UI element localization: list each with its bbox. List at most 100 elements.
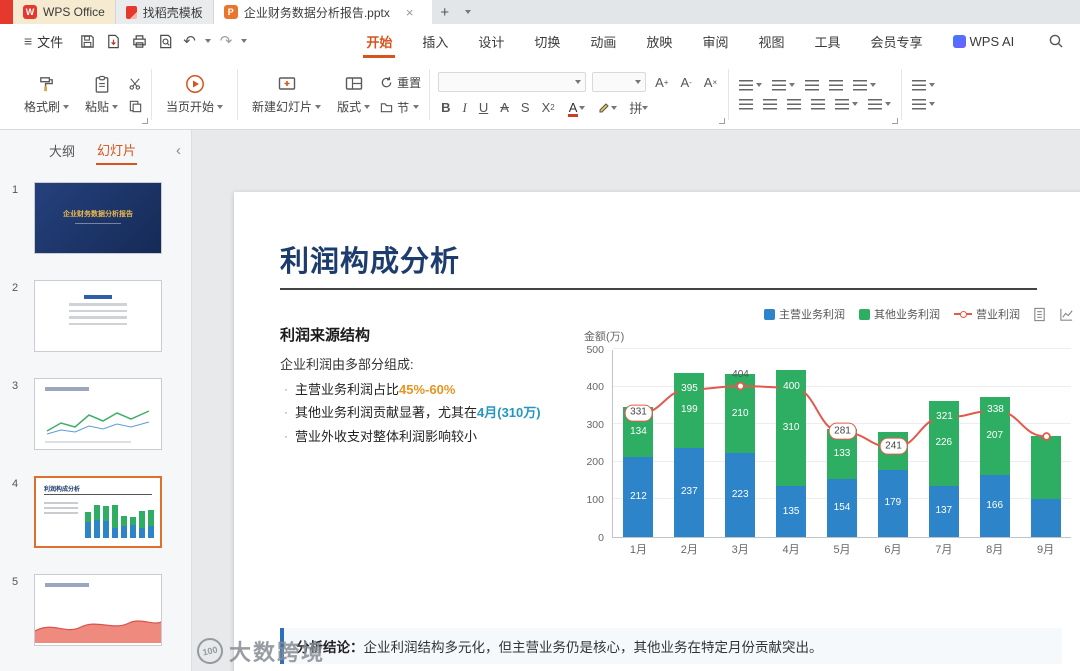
slide-thumbnail-5[interactable]: [34, 574, 162, 646]
tab-list-dropdown[interactable]: [458, 0, 478, 24]
strikethrough-button[interactable]: A: [497, 100, 512, 115]
export-pdf-icon[interactable]: [105, 33, 122, 50]
legend-item[interactable]: 主营业务利润: [764, 306, 845, 322]
reset-button[interactable]: 重置: [380, 74, 421, 91]
bullet-list-button[interactable]: [737, 79, 764, 92]
search-button[interactable]: [1042, 24, 1070, 58]
new-tab-button[interactable]: +: [432, 0, 458, 24]
phonetic-guide-button[interactable]: 拼: [626, 98, 651, 117]
dialog-launcher-icon[interactable]: [142, 118, 148, 124]
title-divider: [280, 288, 1037, 290]
tab-outline[interactable]: 大纲: [48, 137, 76, 164]
ribbon-tab-插入[interactable]: 插入: [419, 24, 451, 58]
paste-button[interactable]: 粘贴: [79, 70, 124, 119]
decor-line: [69, 303, 127, 306]
legend-item[interactable]: 其他业务利润: [859, 306, 940, 322]
ribbon-tab-切换[interactable]: 切换: [531, 24, 563, 58]
tab-document-active[interactable]: P 企业财务数据分析报告.pptx ×: [214, 0, 432, 24]
italic-button[interactable]: I: [459, 100, 469, 116]
ribbon-tab-审阅[interactable]: 审阅: [699, 24, 731, 58]
current-slide[interactable]: 利润构成分析 利润来源结构 企业利润由多部分组成: ·主营业务利润占比45%-6…: [234, 192, 1080, 671]
justify-button[interactable]: [809, 98, 827, 111]
tab-docer-templates[interactable]: 找稻壳模板: [116, 0, 214, 24]
more-formatting-button[interactable]: [910, 79, 937, 92]
decor-text-lines: [35, 295, 161, 325]
ribbon-tab-开始[interactable]: 开始: [363, 24, 395, 58]
line-point-label: 400: [778, 379, 805, 394]
legend-item[interactable]: 营业利润: [954, 306, 1020, 322]
underline-button[interactable]: U: [476, 100, 491, 115]
bullet-list[interactable]: ·主营业务利润占比45%-60%·其他业务利润贡献显著，尤其在4月(310万)·…: [284, 382, 584, 445]
tab-slides[interactable]: 幻灯片: [96, 136, 137, 165]
mini-bar-other: [103, 506, 109, 522]
profit-chart[interactable]: 主营业务利润其他业务利润营业利润 金额(万) 0100200300400500 …: [582, 304, 1074, 538]
collapse-panel-icon[interactable]: ‹: [176, 142, 181, 159]
file-menu-button[interactable]: ≡ 文件: [16, 24, 71, 58]
font-color-button[interactable]: A: [564, 100, 589, 115]
dialog-launcher-icon[interactable]: [892, 118, 898, 124]
ribbon-tab-WPS AI[interactable]: WPS AI: [950, 24, 1018, 58]
shadow-button[interactable]: S: [518, 100, 533, 115]
line-chart-icon[interactable]: [1059, 307, 1074, 322]
font-group: A+ A- A× B I U A S X2 A 拼: [430, 63, 728, 126]
ribbon-tab-设计[interactable]: 设计: [475, 24, 507, 58]
redo-dropdown-icon[interactable]: [241, 39, 247, 43]
columns-button[interactable]: [866, 98, 893, 111]
ribbon-tab-会员专享[interactable]: 会员专享: [867, 24, 925, 58]
slide-thumbnail-4[interactable]: 利润构成分析: [34, 476, 162, 548]
chart-header: 主营业务利润其他业务利润营业利润: [582, 304, 1074, 324]
text-direction-button[interactable]: [851, 79, 878, 92]
dialog-launcher-icon[interactable]: [719, 118, 725, 124]
document-icon[interactable]: [1032, 307, 1047, 322]
slide-title[interactable]: 利润构成分析: [280, 238, 460, 280]
more-formatting-button[interactable]: [910, 98, 937, 111]
play-from-current-button[interactable]: 当页开始: [160, 70, 229, 119]
ribbon-tab-视图[interactable]: 视图: [755, 24, 787, 58]
save-icon[interactable]: [79, 33, 96, 50]
ribbon-tab-工具[interactable]: 工具: [811, 24, 843, 58]
bold-button[interactable]: B: [438, 100, 453, 115]
mini-area-chart: [35, 611, 162, 645]
print-preview-icon[interactable]: [157, 33, 174, 50]
slide-thumbnail-1[interactable]: 企业财务数据分析报告: [34, 182, 162, 254]
layout-button[interactable]: 版式: [331, 70, 376, 119]
ribbon-tab-label: 开始: [366, 32, 392, 51]
intro-text[interactable]: 企业利润由多部分组成:: [280, 354, 414, 373]
copy-button[interactable]: [128, 99, 143, 114]
align-right-button[interactable]: [785, 98, 803, 111]
superscript-button[interactable]: X2: [539, 100, 558, 115]
font-size-select[interactable]: [592, 72, 646, 92]
decor-line: [45, 441, 131, 443]
watermark-logo-icon: 100: [195, 636, 226, 667]
format-painter-button[interactable]: 格式刷: [18, 70, 75, 119]
highlight-button[interactable]: [594, 101, 620, 115]
align-center-button[interactable]: [761, 98, 779, 111]
increase-indent-button[interactable]: [827, 79, 845, 92]
undo-dropdown-icon[interactable]: [205, 39, 211, 43]
numbered-list-button[interactable]: [770, 79, 797, 92]
ribbon-tab-动画[interactable]: 动画: [587, 24, 619, 58]
ribbon-tab-label: 设计: [478, 32, 504, 51]
slide-canvas[interactable]: 利润构成分析 利润来源结构 企业利润由多部分组成: ·主营业务利润占比45%-6…: [192, 130, 1080, 671]
conclusion-box[interactable]: 分析结论：企业利润结构多元化，但主营业务仍是核心，其他业务在特定月份贡献突出。: [280, 628, 1062, 664]
decrease-font-button[interactable]: A-: [677, 75, 694, 90]
section-heading[interactable]: 利润来源结构: [280, 324, 370, 345]
tab-wps-home[interactable]: W WPS Office: [13, 0, 116, 24]
print-icon[interactable]: [131, 33, 148, 50]
clear-format-button[interactable]: A×: [701, 75, 720, 90]
font-name-select[interactable]: [438, 72, 586, 92]
undo-icon[interactable]: ↶: [183, 34, 196, 49]
line-spacing-button[interactable]: [833, 98, 860, 111]
ribbon-tab-放映[interactable]: 放映: [643, 24, 675, 58]
cut-button[interactable]: [128, 76, 143, 91]
increase-font-button[interactable]: A+: [652, 75, 671, 90]
decrease-indent-button[interactable]: [803, 79, 821, 92]
section-button[interactable]: 节: [380, 99, 421, 116]
slide-thumbnail-2[interactable]: [34, 280, 162, 352]
redo-icon[interactable]: ↷: [220, 34, 233, 49]
slide-thumbnail-3[interactable]: [34, 378, 162, 450]
align-left-button[interactable]: [737, 98, 755, 111]
panel-tabs: 大纲 幻灯片 ‹: [0, 130, 191, 170]
new-slide-button[interactable]: 新建幻灯片: [246, 70, 327, 119]
close-tab-icon[interactable]: ×: [406, 5, 414, 20]
